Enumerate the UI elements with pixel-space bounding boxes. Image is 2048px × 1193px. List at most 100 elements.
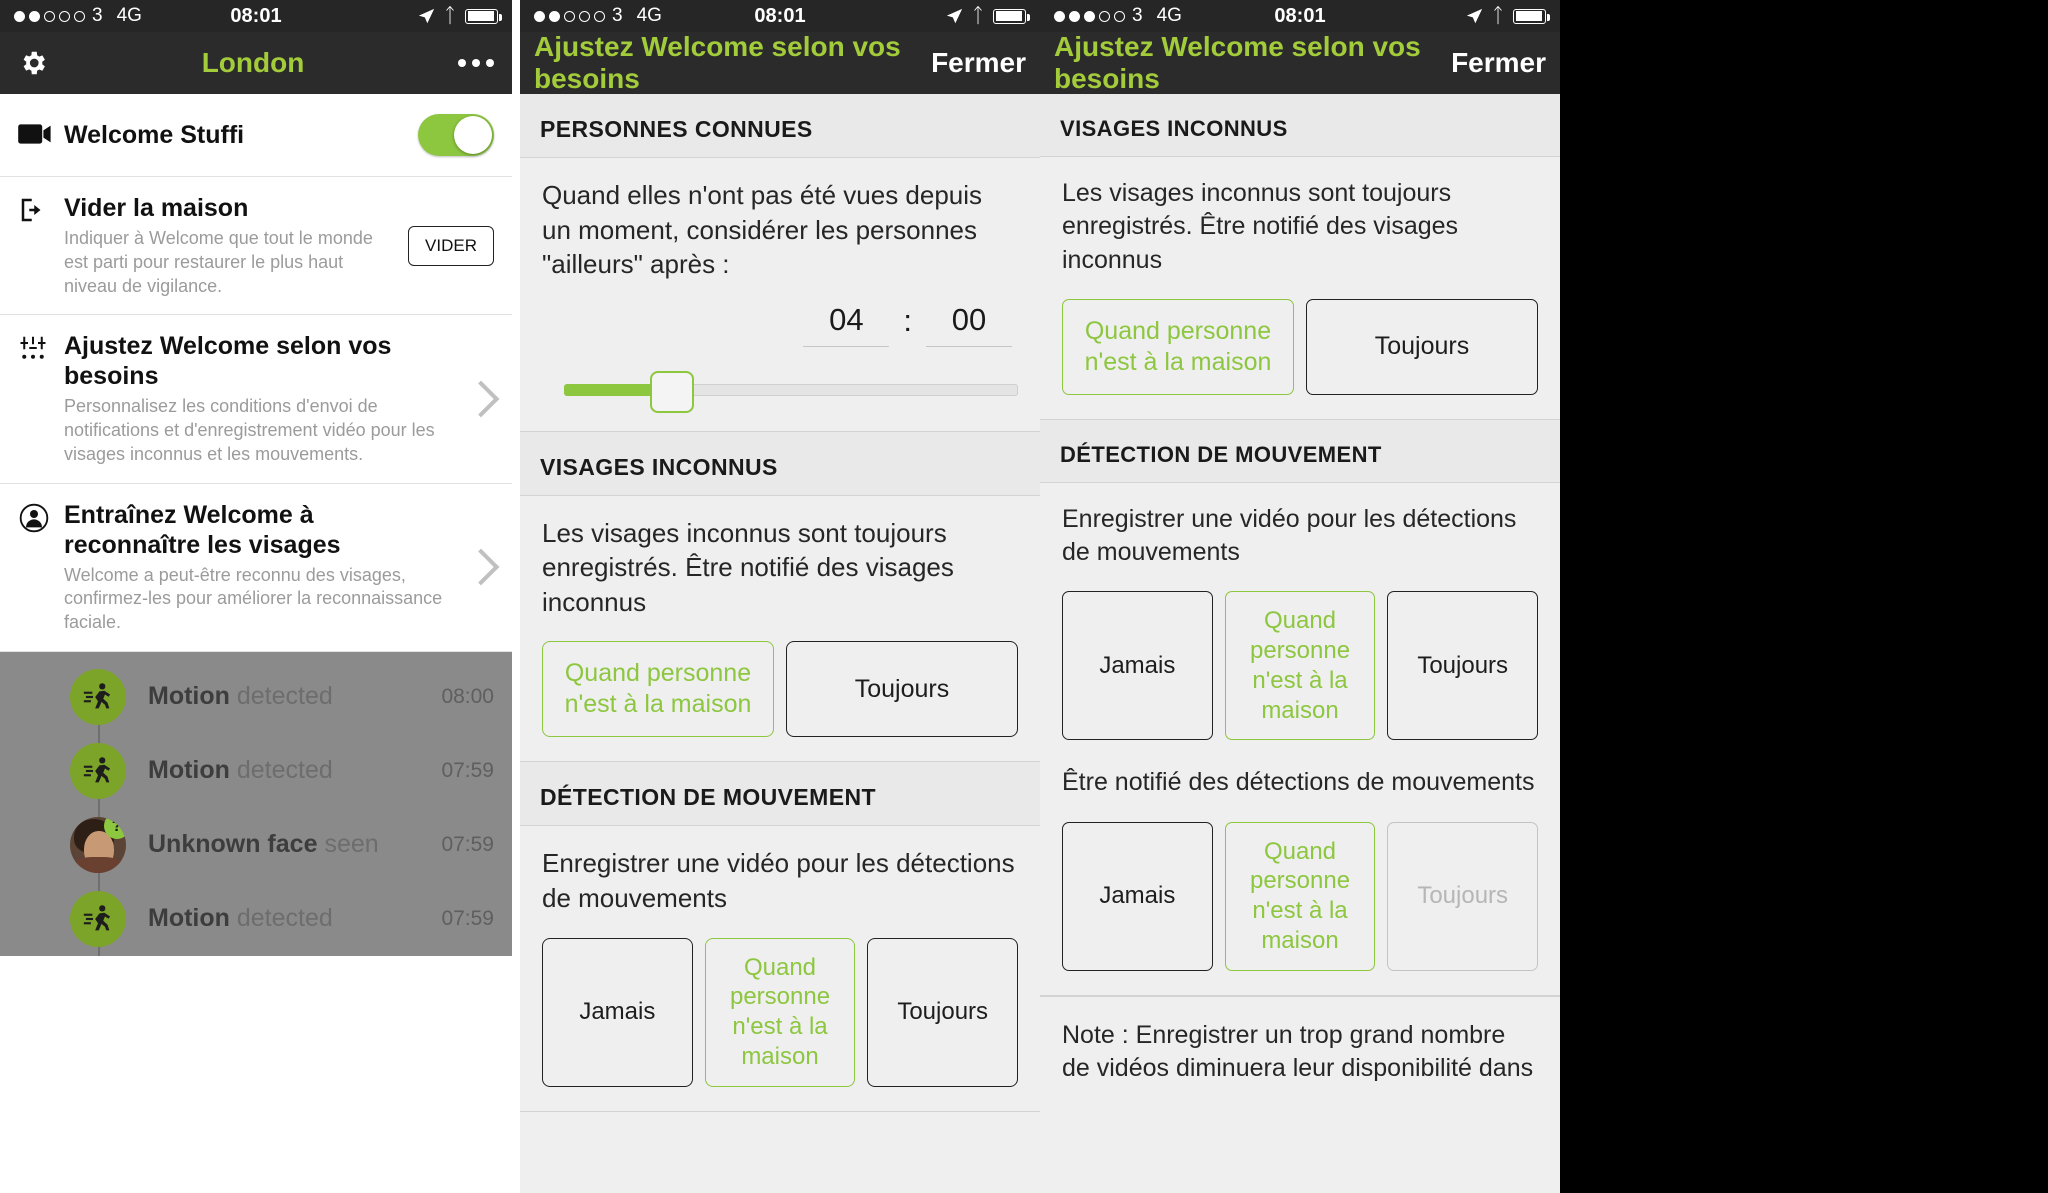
option-toujours[interactable]: Toujours [786,641,1018,738]
option-toujours[interactable]: Toujours [867,937,1019,1087]
network-label-3: 4G [1156,5,1182,26]
motion-record-options: Jamais Quand personne n'est à la maison … [1062,591,1539,741]
status-right-1: ᛏ [418,5,502,28]
timeline-suffix: detected [236,756,333,785]
chevron-right-icon[interactable] [462,548,500,586]
status-left-2: 3 4G [534,5,662,27]
status-bar-2: 3 4G 08:01 ᛏ [520,0,1040,32]
list-item-description: Welcome a peut-être reconnu des visages,… [64,564,443,633]
location-arrow-icon [946,8,963,23]
slider-handle[interactable] [650,370,694,413]
running-person-icon [70,668,126,725]
timeline-item[interactable]: Motion detected 07:59 [0,734,512,808]
settings-scroll-3[interactable]: VISAGES INCONNUS Les visages inconnus so… [1040,94,1560,1193]
close-button[interactable]: Fermer [931,47,1026,79]
network-label-2: 4G [636,5,662,26]
option-quand-personne-nest-a-la-maison[interactable]: Quand personne n'est à la maison [1224,821,1376,971]
timeline-item[interactable]: Motion detected 07:59 [0,882,512,956]
option-quand-personne-nest-a-la-maison[interactable]: Quand personne n'est à la maison [542,641,774,738]
exit-door-icon [18,193,64,230]
carrier-number-2: 3 [612,5,623,26]
close-button[interactable]: Fermer [1451,47,1546,79]
page-title: London [201,47,305,78]
navbar-3: Ajustez Welcome selon vos besoins Fermer [1040,31,1560,94]
card-enregistrer-video: Enregistrer une vidéo pour les détection… [1040,481,1560,996]
phone-panel-1: 3 4G 08:01 ᛏ London Welcome Stuffi Vider… [0,0,512,1193]
battery-icon [1513,8,1550,24]
welcome-stuffi-toggle[interactable] [418,114,494,156]
gear-icon[interactable] [18,48,48,78]
section-description: Enregistrer une vidéo pour les détection… [1062,504,1517,566]
list-item-description: Personnalisez les conditions d'envoi de … [64,396,435,464]
section-header-visages-inconnus: VISAGES INCONNUS [520,431,1040,495]
time-colon: : [903,302,912,338]
option-jamais[interactable]: Jamais [1062,821,1213,971]
status-left-1: 3 4G [14,5,142,27]
page-title: Ajustez Welcome selon vos besoins [534,31,901,94]
navbar-2: Ajustez Welcome selon vos besoins Fermer [520,31,1040,94]
list-item-vider-la-maison[interactable]: Vider la maison Indiquer à Welcome que t… [0,177,512,316]
option-toujours[interactable]: Toujours [1387,591,1539,741]
timeline-suffix: seen [324,830,379,859]
location-arrow-icon [1466,8,1483,23]
timeline-time: 07:59 [441,832,494,856]
option-jamais[interactable]: Jamais [1062,591,1213,741]
motion-record-options: Jamais Quand personne n'est à la maison … [542,937,1019,1087]
timeline-label: Motion detected [148,756,333,785]
timeline-title: Motion [148,904,230,933]
bluetooth-icon: ᛏ [1492,4,1504,27]
status-right-2: ᛏ [946,5,1030,28]
timeline-item[interactable]: Motion detected 08:00 [0,660,512,734]
option-quand-personne-nest-a-la-maison[interactable]: Quand personne n'est à la maison [1224,591,1376,741]
option-toujours: Toujours [1387,821,1539,971]
motion-notify-options: Jamais Quand personne n'est à la maison … [1062,821,1539,971]
welcome-stuffi-label-wrap: Welcome Stuffi [64,120,418,150]
option-quand-personne-nest-a-la-maison[interactable]: Quand personne n'est à la maison [704,937,856,1087]
question-badge: ? [104,816,126,839]
panel-divider [512,0,520,1193]
card-visages-inconnus: Les visages inconnus sont toujours enreg… [1040,156,1560,420]
list-item-label: Ajustez Welcome selon vos besoins [64,332,392,391]
chevron-right-icon[interactable] [462,380,500,418]
screenshot-stage: 3 4G 08:01 ᛏ London Welcome Stuffi Vider… [0,0,2048,1193]
ellipsis-icon[interactable] [458,59,494,67]
event-timeline: Motion detected 08:00 Motion detected 07… [0,651,512,956]
option-quand-personne-nest-a-la-maison[interactable]: Quand personne n'est à la maison [1062,298,1294,395]
timeline-title: Motion [148,756,230,785]
timeline-time: 07:59 [441,906,494,930]
timeline-label: Motion detected [148,904,333,933]
list-item-entrainez-welcome[interactable]: Entraînez Welcome à reconnaître les visa… [0,484,512,652]
timeline-label: Motion detected [148,682,333,711]
running-person-icon [70,890,126,947]
location-arrow-icon [418,8,435,23]
option-toujours[interactable]: Toujours [1306,298,1538,395]
unknown-faces-options: Quand personne n'est à la maison Toujour… [1062,298,1538,395]
card-visages-inconnus: Les visages inconnus sont toujours enreg… [520,494,1040,763]
section-header-personnes-connues: PERSONNES CONNUES [520,94,1040,157]
hours-field[interactable]: 04 [803,302,890,347]
network-label-1: 4G [116,5,142,26]
card-personnes-connues: Quand elles n'ont pas été vues depuis un… [520,157,1040,432]
time-picker[interactable]: 04 : 00 [542,302,1018,347]
settings-scroll-2[interactable]: PERSONNES CONNUES Quand elles n'ont pas … [520,94,1040,1193]
section-description: Les visages inconnus sont toujours enreg… [542,517,954,617]
battery-icon [993,8,1030,24]
status-left-3: 3 4G [1054,5,1182,27]
vider-button[interactable]: VIDER [408,225,494,266]
timeline-item[interactable]: ? Unknown face seen 07:59 [0,808,512,882]
timeline-time: 07:59 [441,758,494,782]
unknown-face-icon: ? [70,816,126,873]
entrainez-body: Entraînez Welcome à reconnaître les visa… [64,500,456,635]
option-jamais[interactable]: Jamais [542,937,693,1087]
minutes-field[interactable]: 00 [926,302,1012,347]
ajustez-body: Ajustez Welcome selon vos besoins Person… [64,331,456,466]
video-camera-icon [18,120,64,151]
absence-delay-slider[interactable] [542,370,1018,413]
list-item-welcome-stuffi[interactable]: Welcome Stuffi [0,94,512,177]
sliders-icon [18,331,64,368]
timeline-title: Motion [148,682,230,711]
list-item-ajustez-welcome[interactable]: Ajustez Welcome selon vos besoins Person… [0,315,512,484]
unknown-faces-options: Quand personne n'est à la maison Toujour… [542,641,1018,738]
list-item-label: Vider la maison [64,194,249,222]
person-circle-icon [18,500,64,539]
